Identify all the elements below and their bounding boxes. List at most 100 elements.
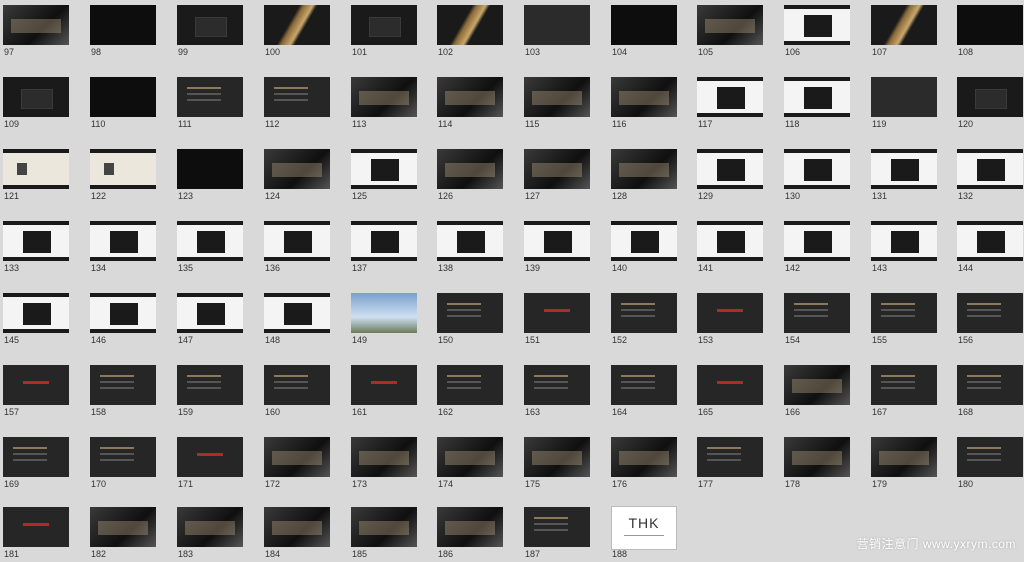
slide-thumbnail[interactable]: 130 [781,146,851,204]
slide-thumbnail[interactable]: 185 [348,504,418,562]
slide-thumbnail[interactable]: 164 [608,362,678,420]
slide-thumbnail[interactable]: 122 [87,146,157,204]
slide-thumbnail[interactable]: 141 [694,218,764,276]
slide-thumbnail[interactable]: 121 [0,146,70,204]
slide-thumbnail[interactable]: 177 [694,434,764,492]
slide-thumbnail[interactable]: 101 [348,2,418,60]
slide-thumbnail[interactable]: 123 [174,146,244,204]
slide-thumbnail[interactable]: 136 [261,218,331,276]
slide-thumbnail[interactable]: 144 [954,218,1024,276]
slide-thumbnail[interactable]: 168 [954,362,1024,420]
slide-thumbnail[interactable]: 161 [348,362,418,420]
slide-thumbnail[interactable]: 159 [174,362,244,420]
slide-preview [524,507,590,547]
slide-thumbnail[interactable]: 184 [261,504,331,562]
slide-thumbnail[interactable]: 112 [261,74,331,132]
slide-thumbnail[interactable]: 140 [608,218,678,276]
slide-thumbnail[interactable]: 173 [348,434,418,492]
slide-thumbnail[interactable]: 133 [0,218,70,276]
slide-thumbnail[interactable]: 118 [781,74,851,132]
slide-thumbnail[interactable]: 126 [434,146,504,204]
slide-thumbnail[interactable]: 131 [868,146,938,204]
slide-thumbnail[interactable]: 155 [868,290,938,348]
slide-thumbnail[interactable]: 107 [868,2,938,60]
slide-thumbnail[interactable]: 129 [694,146,764,204]
slide-thumbnail[interactable]: 98 [87,2,157,60]
slide-preview [611,77,677,117]
slide-thumbnail[interactable]: 158 [87,362,157,420]
slide-thumbnail[interactable]: 104 [608,2,678,60]
slide-thumbnail[interactable]: 175 [521,434,591,492]
slide-thumbnail[interactable]: 145 [0,290,70,348]
slide-thumbnail[interactable]: 172 [261,434,331,492]
slide-thumbnail[interactable]: 137 [348,218,418,276]
slide-thumbnail[interactable]: 138 [434,218,504,276]
slide-thumbnail[interactable]: 187 [521,504,591,562]
slide-thumbnail[interactable]: 99 [174,2,244,60]
slide-number: 166 [785,407,801,417]
slide-thumbnail[interactable]: 128 [608,146,678,204]
slide-thumbnail[interactable]: 111 [174,74,244,132]
slide-thumbnail[interactable]: 179 [868,434,938,492]
slide-thumbnail[interactable]: 174 [434,434,504,492]
slide-thumbnail[interactable]: 110 [87,74,157,132]
slide-thumbnail[interactable]: 143 [868,218,938,276]
slide-thumbnail[interactable]: 109 [0,74,70,132]
slide-thumbnail[interactable]: 139 [521,218,591,276]
slide-thumbnail[interactable]: 170 [87,434,157,492]
slide-number: 145 [4,335,20,345]
slide-preview [957,221,1023,261]
slide-thumbnail[interactable]: 119 [868,74,938,132]
slide-thumbnail[interactable]: 105 [694,2,764,60]
slide-thumbnail[interactable]: 146 [87,290,157,348]
slide-thumbnail[interactable]: 180 [954,434,1024,492]
slide-thumbnail[interactable]: 163 [521,362,591,420]
slide-thumbnail[interactable]: 148 [261,290,331,348]
slide-thumbnail[interactable]: 167 [868,362,938,420]
slide-thumbnail[interactable]: 124 [261,146,331,204]
slide-thumbnail[interactable]: 132 [954,146,1024,204]
slide-thumbnail[interactable]: 165 [694,362,764,420]
slide-thumbnail[interactable]: 134 [87,218,157,276]
slide-thumbnail[interactable]: 151 [521,290,591,348]
slide-thumbnail[interactable]: 100 [261,2,331,60]
slide-number: 147 [178,335,194,345]
slide-thumbnail[interactable]: 108 [954,2,1024,60]
slide-thumbnail[interactable]: 183 [174,504,244,562]
slide-thumbnail[interactable]: 113 [348,74,418,132]
slide-thumbnail[interactable]: 157 [0,362,70,420]
slide-thumbnail[interactable]: 102 [434,2,504,60]
slide-thumbnail[interactable]: 147 [174,290,244,348]
slide-thumbnail[interactable]: 106 [781,2,851,60]
slide-thumbnail[interactable]: 160 [261,362,331,420]
slide-thumbnail[interactable]: 153 [694,290,764,348]
slide-thumbnail[interactable]: 154 [781,290,851,348]
slide-thumbnail[interactable]: 156 [954,290,1024,348]
slide-thumbnail[interactable]: 97 [0,2,70,60]
slide-thumbnail[interactable]: 181 [0,504,70,562]
slide-thumbnail[interactable]: 178 [781,434,851,492]
slide-thumbnail[interactable]: 176 [608,434,678,492]
slide-thumbnail[interactable]: 114 [434,74,504,132]
slide-thumbnail[interactable]: 162 [434,362,504,420]
slide-thumbnail[interactable]: THK 188 [608,504,678,562]
slide-thumbnail[interactable]: 169 [0,434,70,492]
slide-thumbnail[interactable]: 103 [521,2,591,60]
slide-thumbnail[interactable]: 149 [348,290,418,348]
slide-number: 161 [352,407,368,417]
slide-thumbnail[interactable]: 125 [348,146,418,204]
slide-thumbnail[interactable]: 186 [434,504,504,562]
slide-number: 110 [91,119,106,129]
slide-thumbnail[interactable]: 135 [174,218,244,276]
slide-thumbnail[interactable]: 117 [694,74,764,132]
slide-thumbnail[interactable]: 171 [174,434,244,492]
slide-thumbnail[interactable]: 182 [87,504,157,562]
slide-thumbnail[interactable]: 152 [608,290,678,348]
slide-thumbnail[interactable]: 142 [781,218,851,276]
slide-thumbnail[interactable]: 166 [781,362,851,420]
slide-thumbnail[interactable]: 120 [954,74,1024,132]
slide-thumbnail[interactable]: 116 [608,74,678,132]
slide-thumbnail[interactable]: 150 [434,290,504,348]
slide-thumbnail[interactable]: 115 [521,74,591,132]
slide-thumbnail[interactable]: 127 [521,146,591,204]
